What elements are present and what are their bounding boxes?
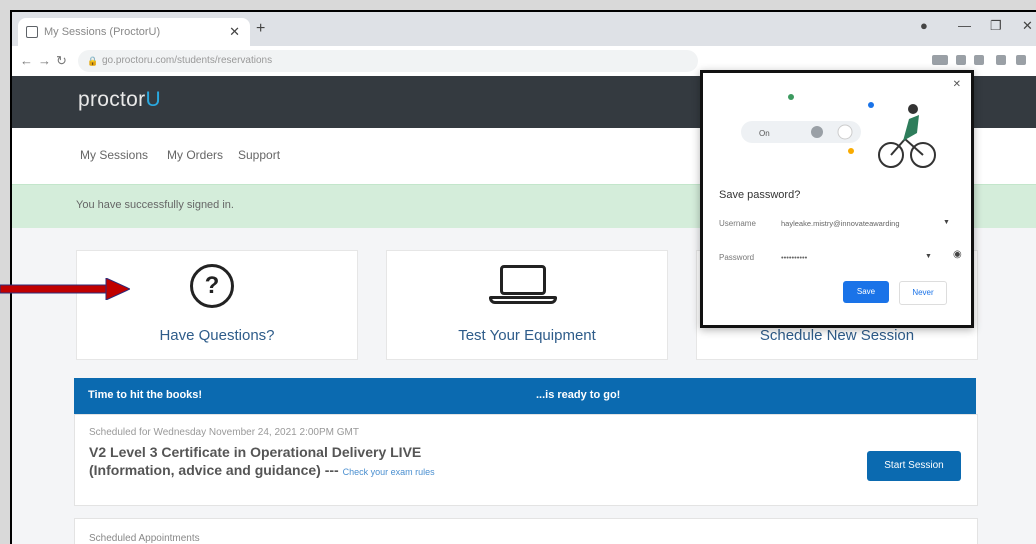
url-text: go.proctoru.com/students/reservations: [102, 55, 273, 66]
red-arrow-icon: [0, 278, 130, 300]
chevron-down-icon[interactable]: ▼: [925, 253, 932, 260]
extension-icon[interactable]: [996, 55, 1006, 65]
browser-window: My Sessions (ProctorU) ✕ + ● — ❐ ✕ ← → ↻…: [10, 10, 1036, 544]
profile-icon[interactable]: ●: [920, 18, 928, 33]
laptop-base-icon: [489, 296, 557, 304]
start-session-button[interactable]: Start Session: [867, 451, 961, 481]
minimize-icon[interactable]: —: [958, 18, 971, 33]
banner-left-text: Time to hit the books!: [88, 389, 203, 401]
password-field[interactable]: ••••••••••: [781, 253, 901, 262]
banner-right-text: ...is ready to go!: [536, 389, 621, 401]
tab-strip: My Sessions (ProctorU) ✕ + ● — ❐ ✕: [12, 12, 1036, 46]
alert-text: You have successfully signed in.: [76, 199, 234, 211]
nav-support[interactable]: Support: [238, 148, 280, 162]
save-button[interactable]: Save: [843, 281, 889, 303]
session-row: Scheduled for Wednesday November 24, 202…: [74, 414, 978, 506]
proctoru-logo[interactable]: proctorU: [78, 88, 161, 112]
cyclist-illustration-icon: On: [741, 94, 936, 168]
tab-title: My Sessions (ProctorU): [44, 26, 161, 38]
new-tab-button[interactable]: +: [256, 20, 265, 38]
card-label: Schedule New Session: [759, 327, 915, 344]
maximize-icon[interactable]: ❐: [990, 18, 1002, 34]
test-equipment-card[interactable]: Test Your Equipment: [386, 250, 668, 360]
close-icon[interactable]: ✕: [953, 79, 961, 90]
forward-icon[interactable]: →: [38, 53, 51, 68]
never-button[interactable]: Never: [899, 281, 947, 305]
session-banner: Time to hit the books! ...is ready to go…: [74, 378, 976, 414]
close-window-icon[interactable]: ✕: [1022, 18, 1033, 34]
eye-icon[interactable]: ◉: [953, 249, 962, 260]
exam-rules-link[interactable]: Check your exam rules: [343, 467, 435, 477]
back-icon[interactable]: ←: [20, 53, 33, 68]
laptop-icon: [500, 265, 546, 295]
chevron-down-icon[interactable]: ▼: [943, 219, 950, 226]
favicon-icon: [26, 26, 38, 38]
url-field[interactable]: 🔒 go.proctoru.com/students/reservations: [78, 50, 698, 72]
lock-icon: 🔒: [87, 56, 99, 66]
scheduled-appointments: Scheduled Appointments: [74, 518, 978, 544]
dialog-title: Save password?: [719, 189, 801, 201]
appointments-heading: Scheduled Appointments: [89, 533, 200, 544]
tab-close-icon[interactable]: ✕: [229, 24, 240, 40]
question-mark-icon: ?: [190, 264, 234, 308]
browser-tab[interactable]: My Sessions (ProctorU) ✕: [18, 18, 250, 46]
extension-icon[interactable]: [956, 55, 966, 65]
scheduled-time: Scheduled for Wednesday November 24, 202…: [89, 427, 359, 438]
have-questions-card[interactable]: ? Have Questions?: [76, 250, 358, 360]
nav-my-orders[interactable]: My Orders: [167, 148, 223, 162]
profile-avatar-icon[interactable]: [1016, 55, 1026, 65]
card-label: Test Your Equipment: [458, 327, 596, 344]
save-password-dialog: ✕ On Save password? Username hayleake.mi…: [700, 70, 974, 328]
nav-my-sessions[interactable]: My Sessions: [80, 148, 148, 162]
username-label: Username: [719, 219, 756, 228]
star-icon[interactable]: [974, 55, 984, 65]
password-label: Password: [719, 253, 755, 262]
exam-title: V2 Level 3 Certificate in Operational De…: [89, 444, 435, 478]
reload-icon[interactable]: ↻: [56, 53, 67, 69]
card-label: Have Questions?: [159, 327, 275, 344]
username-field[interactable]: hayleake.mistry@innovateawarding: [781, 219, 931, 228]
extension-icon[interactable]: [932, 55, 948, 65]
svg-text:On: On: [759, 129, 770, 138]
